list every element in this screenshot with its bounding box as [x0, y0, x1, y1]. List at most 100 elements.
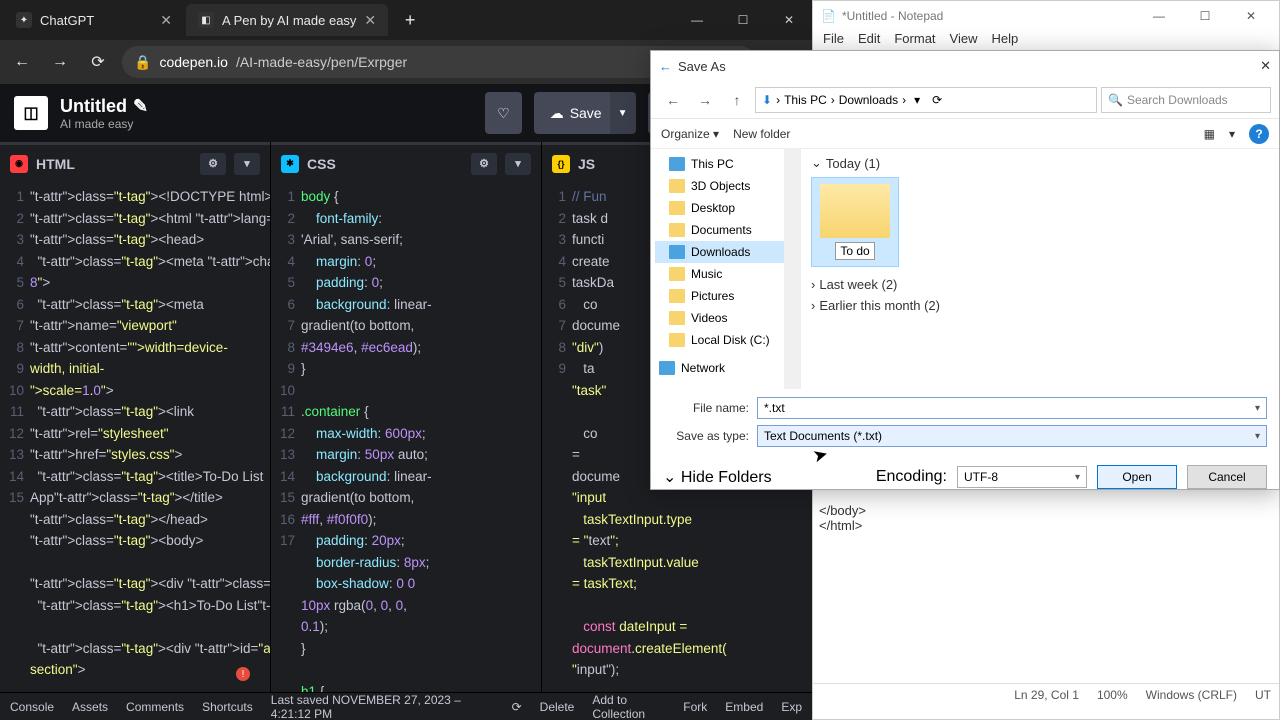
tab-label: ChatGPT — [40, 13, 94, 28]
search-placeholder: Search Downloads — [1127, 93, 1228, 107]
add-collection-button[interactable]: Add to Collection — [592, 693, 665, 721]
gear-icon[interactable]: ⚙ — [200, 153, 226, 175]
status-pos: Ln 29, Col 1 — [1014, 688, 1079, 702]
dialog-toolbar: Organize ▾ New folder ▦ ▾ ? — [651, 119, 1279, 149]
back-icon[interactable]: ← — [659, 59, 672, 74]
css-code[interactable]: 12 345 678910 11 121314 151617 body { fo… — [271, 182, 541, 692]
folder-icon — [669, 223, 685, 237]
help-icon[interactable]: ? — [1249, 124, 1269, 144]
close-icon[interactable]: ✕ — [1231, 2, 1271, 30]
organize-button[interactable]: Organize ▾ — [661, 127, 719, 141]
group-today[interactable]: ⌄Today (1) — [811, 155, 1269, 171]
new-folder-button[interactable]: New folder — [733, 127, 790, 141]
embed-button[interactable]: Embed — [725, 700, 763, 714]
chevron-down-icon: ⌄ — [811, 155, 822, 171]
reload-button[interactable]: ⟳ — [84, 48, 112, 76]
console-button[interactable]: Console — [10, 700, 54, 714]
pen-title[interactable]: Untitled — [60, 96, 127, 117]
editor-label: HTML — [36, 156, 75, 172]
heart-button[interactable]: ♡ — [485, 92, 522, 134]
close-icon[interactable]: ✕ — [160, 12, 172, 29]
breadcrumb-item[interactable]: Downloads — [839, 93, 898, 107]
forward-button[interactable]: → — [46, 48, 74, 76]
save-dropdown[interactable]: ▼ — [610, 92, 636, 134]
chevron-down-icon[interactable]: ▾ — [914, 93, 920, 107]
menu-edit[interactable]: Edit — [858, 31, 880, 52]
css-badge-icon: ✱ — [281, 155, 299, 173]
chevron-down-icon[interactable]: ▾ — [505, 153, 531, 175]
save-type-label: Save as type: — [663, 429, 749, 443]
view-icon[interactable]: ▦ — [1204, 127, 1215, 141]
scrollbar[interactable] — [784, 149, 800, 389]
codepen-logo-icon[interactable]: ◫ — [14, 96, 48, 130]
refresh-icon[interactable]: ⟳ — [932, 93, 942, 107]
tree-item-documents: Documents — [655, 219, 796, 241]
refresh-icon[interactable]: ⟳ — [512, 700, 522, 714]
back-button[interactable]: ← — [8, 48, 36, 76]
delete-button[interactable]: Delete — [540, 700, 575, 714]
close-icon[interactable]: ✕ — [364, 12, 376, 29]
status-zoom: 100% — [1097, 688, 1128, 702]
file-name-input[interactable]: *.txt — [757, 397, 1267, 419]
menu-view[interactable]: View — [950, 31, 978, 52]
comments-button[interactable]: Comments — [126, 700, 184, 714]
forward-button[interactable]: → — [691, 86, 719, 114]
breadcrumb[interactable]: ⬇ › This PC › Downloads › ▾ ⟳ — [755, 87, 1097, 113]
tree-item-thispc: This PC — [655, 153, 796, 175]
file-pane[interactable]: ⌄Today (1) To do ›Last week (2) ›Earlier… — [801, 149, 1279, 389]
minimize-icon[interactable]: — — [1139, 2, 1179, 30]
export-button[interactable]: Exp — [781, 700, 802, 714]
menu-format[interactable]: Format — [894, 31, 935, 52]
save-type-select[interactable]: Text Documents (*.txt) — [757, 425, 1267, 447]
group-lastweek[interactable]: ›Last week (2) — [811, 277, 1269, 292]
chevron-down-icon[interactable]: ▾ — [1229, 127, 1235, 141]
download-icon: ⬇ — [762, 93, 772, 107]
shortcuts-button[interactable]: Shortcuts — [202, 700, 253, 714]
notepad-titlebar: 📄 *Untitled - Notepad — ☐ ✕ — [813, 1, 1279, 31]
codepen-icon: ◧ — [198, 12, 214, 28]
download-icon — [669, 245, 685, 259]
tab-codepen[interactable]: ◧ A Pen by AI made easy ✕ — [186, 4, 388, 36]
assets-button[interactable]: Assets — [72, 700, 108, 714]
dialog-title: Save As — [678, 59, 726, 74]
maximize-icon[interactable]: ☐ — [720, 4, 766, 36]
encoding-select[interactable]: UTF-8 — [957, 466, 1087, 488]
error-icon[interactable]: ! — [236, 667, 250, 681]
new-tab-button[interactable]: + — [396, 6, 424, 34]
chevron-right-icon: › — [811, 298, 815, 313]
open-button[interactable]: Open — [1097, 465, 1177, 489]
gear-icon[interactable]: ⚙ — [471, 153, 497, 175]
close-icon[interactable]: ✕ — [1260, 58, 1271, 74]
save-button[interactable]: ☁Save — [534, 92, 618, 134]
folder-icon — [669, 267, 685, 281]
html-code[interactable]: 1234 5 6 7 891011121314 15 "t-attr">clas… — [0, 182, 270, 692]
search-input[interactable]: 🔍 Search Downloads — [1101, 87, 1271, 113]
tab-chatgpt[interactable]: ✦ ChatGPT ✕ — [4, 4, 184, 36]
cloud-icon: ☁ — [550, 105, 564, 122]
maximize-icon[interactable]: ☐ — [1185, 2, 1225, 30]
group-earlier[interactable]: ›Earlier this month (2) — [811, 298, 1269, 313]
close-icon[interactable]: ✕ — [766, 4, 812, 36]
menu-file[interactable]: File — [823, 31, 844, 52]
fork-button[interactable]: Fork — [683, 700, 707, 714]
minimize-icon[interactable]: — — [674, 4, 720, 36]
network-icon — [659, 361, 675, 375]
html-editor: ◉ HTML ⚙ ▾ 1234 5 6 7 891011121314 15 "t… — [0, 142, 271, 692]
js-badge-icon: {} — [552, 155, 570, 173]
hide-folders-toggle[interactable]: ⌄ Hide Folders — [663, 467, 772, 487]
cancel-button[interactable]: Cancel — [1187, 465, 1267, 489]
dialog-body: This PC 3D Objects Desktop Documents Dow… — [651, 149, 1279, 389]
tree-item-music: Music — [655, 263, 796, 285]
edit-icon[interactable]: ✎ — [133, 96, 148, 117]
pen-author: AI made easy — [60, 117, 473, 131]
back-button[interactable]: ← — [659, 86, 687, 114]
folder-tree[interactable]: This PC 3D Objects Desktop Documents Dow… — [651, 149, 801, 389]
tree-item-pictures: Pictures — [655, 285, 796, 307]
menu-help[interactable]: Help — [991, 31, 1018, 52]
folder-label[interactable]: To do — [835, 242, 874, 260]
breadcrumb-item[interactable]: This PC — [784, 93, 827, 107]
up-button[interactable]: ↑ — [723, 86, 751, 114]
folder-item[interactable]: To do — [811, 177, 899, 267]
dialog-fields: File name: *.txt Save as type: Text Docu… — [651, 389, 1279, 461]
chevron-down-icon[interactable]: ▾ — [234, 153, 260, 175]
